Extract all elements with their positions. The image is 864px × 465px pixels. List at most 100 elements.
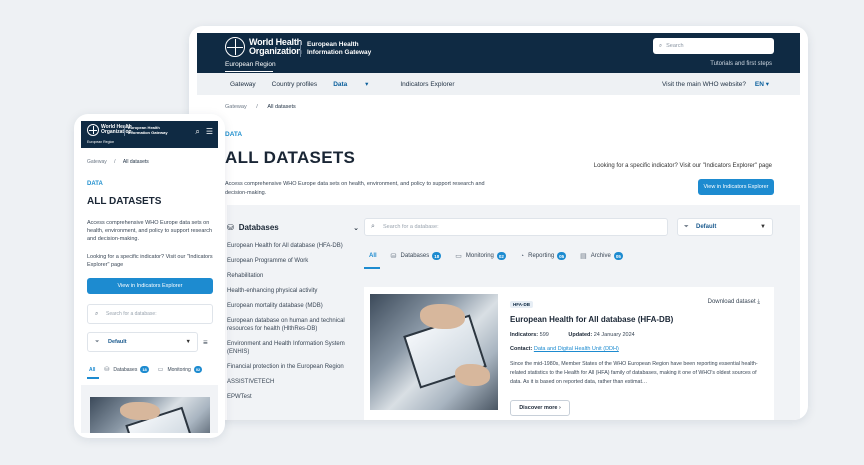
tab-all-label: All [369, 253, 377, 259]
who-logo[interactable]: World Health Organization [87, 124, 132, 136]
database-search-input[interactable]: ⌕ Search for a database: [364, 218, 668, 236]
tab-databases-label: Databases [113, 366, 138, 373]
sidebar-header[interactable]: ⛁ Databases ⌄ [227, 223, 359, 232]
dataset-title[interactable]: European Health for All database (HFA-DB… [510, 315, 673, 324]
nav-data-label: Data [333, 81, 348, 88]
header-search-input[interactable]: ⌕ Search [653, 38, 774, 54]
sort-value: Default [108, 339, 127, 345]
breadcrumb: Gateway / All datasets [225, 104, 296, 110]
count-badge: 05 [613, 252, 623, 260]
breadcrumb-gateway[interactable]: Gateway [225, 104, 247, 110]
search-icon: ⌕ [659, 42, 663, 49]
search-icon: ⌕ [371, 223, 375, 230]
category-tabs: All ⛁ Databases 18 ▭ Monitoring 02 [89, 366, 211, 373]
list-view-icon[interactable]: ≡ [203, 338, 208, 347]
sort-select[interactable]: ⏷ Default ▼ [677, 218, 773, 236]
monitor-icon: ▭ [455, 253, 462, 260]
sidebar-item[interactable]: European mortality database (MDB) [227, 302, 359, 310]
tutorials-link[interactable]: Tutorials and first steps [710, 61, 772, 67]
view-indicators-explorer-button[interactable]: View in Indicators Explorer [698, 179, 774, 195]
updated-value: 24 January 2024 [593, 332, 635, 338]
language-selector[interactable]: EN ▾ [755, 80, 769, 88]
discover-more-label: Discover more [519, 405, 558, 411]
header-divider [124, 125, 125, 136]
sidebar-item[interactable]: EPWTest [227, 393, 359, 401]
page-description: Access comprehensive WHO Europe data set… [225, 181, 485, 196]
desktop-preview: World Health Organization European Regio… [189, 26, 808, 420]
view-indicators-explorer-button[interactable]: View in Indicators Explorer [87, 278, 213, 294]
org-name-line2: Organization [249, 46, 302, 56]
dataset-card [81, 385, 218, 433]
category-tabs: All ⛁ Databases 18 ▭ Monitoring 02 ◔ Reportin… [369, 252, 637, 260]
tab-monitoring[interactable]: ▭ Monitoring 02 [157, 366, 203, 373]
header-divider [300, 41, 301, 57]
tab-all[interactable]: All [369, 253, 377, 259]
tab-databases[interactable]: ⛁ Databases 18 [391, 252, 442, 260]
tab-all[interactable]: All [89, 367, 95, 373]
chevron-down-icon: ⌄ [353, 224, 359, 232]
gateway-title-line2: Information Gateway [307, 49, 372, 56]
region-label: European Region [225, 61, 276, 68]
tab-databases-label: Databases [400, 253, 430, 259]
database-icon: ⛁ [104, 367, 110, 373]
mobile-preview: World Health Organization European Healt… [74, 114, 225, 438]
database-icon: ⛁ [390, 253, 397, 260]
desktop-page: World Health Organization European Regio… [197, 33, 800, 420]
dataset-photo [90, 397, 210, 433]
database-icon: ⛁ [227, 223, 234, 232]
sidebar-item[interactable]: Environment and Health Information Syste… [227, 340, 359, 356]
page-title: ALL DATASETS [225, 148, 356, 167]
nav-country-profiles[interactable]: Country profiles [272, 81, 318, 88]
who-logo[interactable]: World Health Organization [225, 37, 302, 57]
mobile-page: World Health Organization European Healt… [81, 121, 218, 433]
discover-more-button[interactable]: Discover more › [510, 400, 570, 416]
sidebar-item[interactable]: ASSISTIVETECH [227, 378, 359, 386]
org-name-line2: Organization [101, 129, 132, 135]
caret-down-icon: ▼ [760, 224, 766, 230]
nav-gateway[interactable]: Gateway [230, 81, 256, 88]
database-search-input[interactable]: ⌕ Search for a database: [87, 304, 213, 324]
updated-label: Updated: [568, 332, 593, 338]
tab-all-label: All [89, 366, 96, 373]
caret-down-icon: ▼ [185, 339, 191, 345]
tab-archive[interactable]: ▤ Archive 05 [580, 252, 623, 260]
tab-monitoring[interactable]: ▭ Monitoring 02 [455, 252, 506, 260]
sort-value: Default [696, 224, 717, 230]
active-tab-indicator [87, 377, 99, 379]
nav-data[interactable]: Data ▾ [333, 80, 384, 88]
tab-archive-label: Archive [590, 253, 611, 259]
monitor-icon: ▭ [157, 367, 164, 373]
contact-link[interactable]: Data and Digital Health Unit (DDH) [534, 346, 619, 352]
dataset-summary: Since the mid-1980s, Member States of th… [510, 361, 758, 385]
tab-reporting[interactable]: ◔ Reporting 05 [520, 252, 567, 260]
sidebar-item[interactable]: Financial protection in the European Reg… [227, 363, 359, 371]
sidebar-item[interactable]: European database on human and technical… [227, 317, 359, 333]
who-emblem-icon [87, 124, 99, 136]
sidebar-item[interactable]: Rehabilitation [227, 272, 359, 280]
region-label: European Region [87, 140, 115, 144]
menu-icon[interactable]: ☰ [206, 127, 213, 137]
breadcrumb-gateway[interactable]: Gateway [87, 159, 107, 165]
sidebar-item[interactable]: Health-enhancing physical activity [227, 287, 359, 295]
page-title: ALL DATASETS [87, 196, 162, 207]
chevron-down-icon: ▾ [365, 81, 369, 88]
visit-who-link[interactable]: Visit the main WHO website? [662, 81, 746, 88]
count-badge: 02 [496, 252, 506, 260]
sidebar-item[interactable]: European Health for All database (HFA-DB… [227, 242, 359, 250]
gateway-title: European Health Information Gateway [307, 41, 371, 57]
nav-indicators-explorer[interactable]: Indicators Explorer [400, 81, 454, 88]
tab-reporting-label: Reporting [528, 253, 555, 259]
count-badge: 05 [557, 252, 567, 260]
search-icon: ⌕ [95, 310, 99, 317]
tab-databases[interactable]: ⛁ Databases 18 [104, 366, 149, 373]
sort-select[interactable]: ⏷ Default ▼ [87, 332, 198, 352]
indicators-value: 599 [539, 332, 549, 338]
breadcrumb-separator: / [114, 159, 116, 165]
search-icon[interactable]: ⌕ [195, 127, 199, 137]
sidebar-item[interactable]: European Programme of Work [227, 257, 359, 265]
database-search-placeholder: Search for a database: [106, 311, 157, 317]
download-dataset-link[interactable]: Download dataset ⤓ [708, 299, 760, 306]
count-badge: 18 [432, 252, 442, 260]
breadcrumb: Gateway / All datasets [87, 159, 149, 165]
gateway-title-line1: European Health [307, 41, 359, 48]
